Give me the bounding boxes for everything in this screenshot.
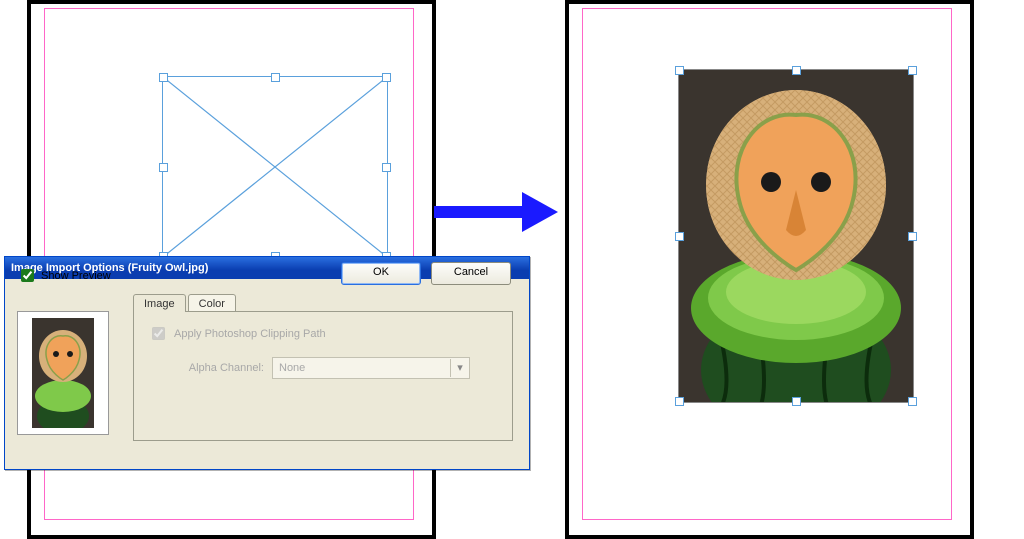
ok-button[interactable]: OK xyxy=(341,262,421,285)
fruity-owl-thumb xyxy=(32,318,94,428)
handle-bl[interactable] xyxy=(675,397,684,406)
image-import-options-dialog: Image Import Options (Fruity Owl.jpg) Im… xyxy=(4,256,530,470)
show-preview-label: Show Preview xyxy=(41,270,111,282)
handle-mr[interactable] xyxy=(908,232,917,241)
handle-ml[interactable] xyxy=(159,163,168,172)
handle-bm[interactable] xyxy=(792,397,801,406)
chevron-down-icon: ▾ xyxy=(450,359,469,377)
handle-tm[interactable] xyxy=(792,66,801,75)
handle-tm[interactable] xyxy=(271,73,280,82)
arrow-icon xyxy=(434,192,562,232)
handle-tr[interactable] xyxy=(382,73,391,82)
show-preview-checkbox[interactable] xyxy=(21,269,34,282)
alpha-channel-value: None xyxy=(279,362,305,374)
handle-br[interactable] xyxy=(908,397,917,406)
handle-tl[interactable] xyxy=(159,73,168,82)
stage: Image Import Options (Fruity Owl.jpg) Im… xyxy=(0,0,1024,531)
placed-image-frame[interactable] xyxy=(678,69,914,403)
alpha-channel-label: Alpha Channel: xyxy=(148,362,264,374)
fruity-owl-image xyxy=(679,70,913,402)
tab-image[interactable]: Image xyxy=(133,294,186,312)
panel-image: Apply Photoshop Clipping Path Alpha Chan… xyxy=(133,311,513,441)
frame-x-icon xyxy=(163,77,387,257)
handle-mr[interactable] xyxy=(382,163,391,172)
handle-ml[interactable] xyxy=(675,232,684,241)
cancel-button[interactable]: Cancel xyxy=(431,262,511,285)
apply-clipping-checkbox xyxy=(152,327,165,340)
apply-clipping-label: Apply Photoshop Clipping Path xyxy=(174,328,326,340)
placeholder-frame[interactable] xyxy=(162,76,388,258)
tab-color[interactable]: Color xyxy=(188,294,236,312)
preview-thumbnail xyxy=(17,311,109,435)
tabs: Image Color xyxy=(133,293,235,311)
handle-tr[interactable] xyxy=(908,66,917,75)
alpha-channel-select: None ▾ xyxy=(272,357,470,379)
handle-tl[interactable] xyxy=(675,66,684,75)
